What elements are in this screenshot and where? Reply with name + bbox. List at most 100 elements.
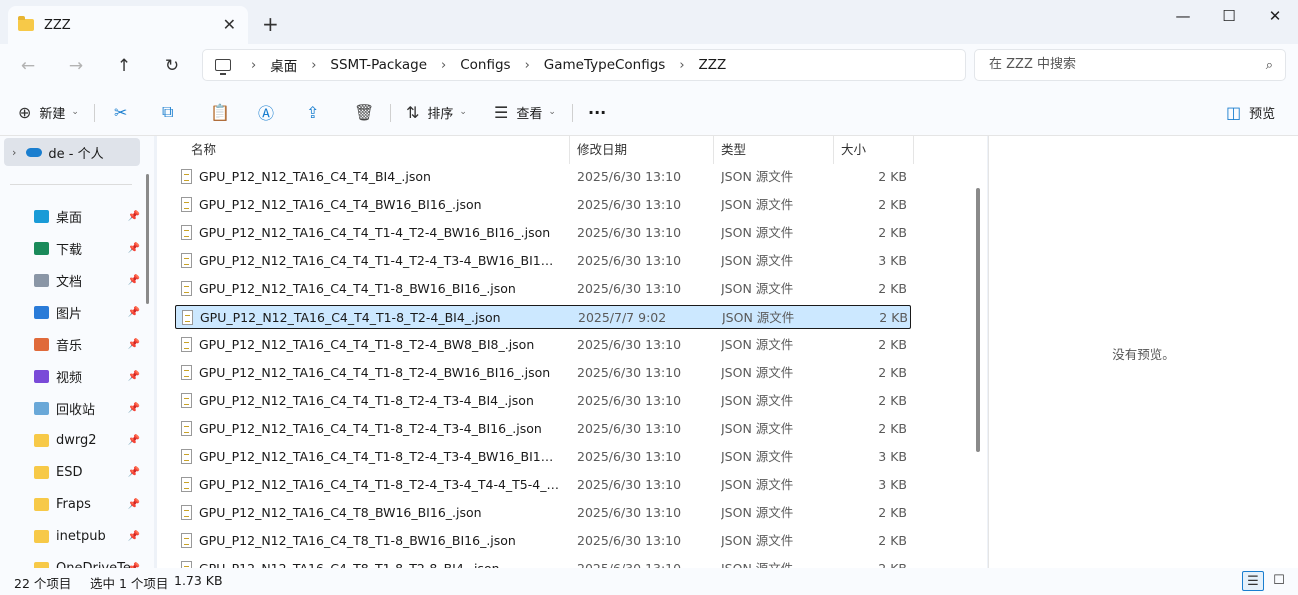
pin-icon[interactable]: 📌	[128, 339, 140, 350]
preview-pane-button[interactable]: ◫ 预览	[1226, 100, 1275, 124]
column-divider[interactable]	[833, 136, 834, 164]
sidebar-item-9[interactable]: Fraps 📌	[34, 492, 144, 516]
maximize-button[interactable]: ☐	[1206, 4, 1252, 28]
table-row[interactable]: GPU_P12_N12_TA16_C4_T4_T1-8_T2-4_BW16_BI…	[175, 361, 911, 385]
table-row[interactable]: GPU_P12_N12_TA16_C4_T8_T1-8_BW16_BI16_.j…	[175, 529, 911, 553]
json-file-icon	[181, 533, 192, 548]
breadcrumb-zzz[interactable]: ZZZ	[699, 57, 727, 73]
table-row[interactable]: GPU_P12_N12_TA16_C4_T4_T1-8_T2-4_BI4_.js…	[175, 305, 911, 329]
sidebar-item-1[interactable]: 下载 📌	[34, 236, 144, 260]
breadcrumb-desktop[interactable]: 桌面	[270, 55, 297, 75]
pin-icon[interactable]: 📌	[128, 435, 140, 446]
delete-button[interactable]: 🗑	[354, 100, 382, 124]
column-header-size[interactable]: 大小	[835, 136, 913, 164]
file-size: 2 KB	[878, 281, 907, 296]
table-row[interactable]: GPU_P12_N12_TA16_C4_T8_T1-8_T2-8_BI4_.js…	[175, 557, 911, 568]
file-type: JSON 源文件	[721, 449, 794, 464]
sidebar-item-onedrive[interactable]: › de - 个人	[4, 138, 140, 166]
table-row[interactable]: GPU_P12_N12_TA16_C4_T4_T1-8_T2-4_T3-4_T4…	[175, 473, 911, 497]
json-file-icon	[181, 393, 192, 408]
table-row[interactable]: GPU_P12_N12_TA16_C4_T4_T1-8_BW16_BI16_.j…	[175, 277, 911, 301]
sidebar-scrollbar[interactable]	[146, 174, 149, 304]
breadcrumb-configs[interactable]: Configs	[460, 57, 510, 73]
sidebar-item-8[interactable]: ESD 📌	[34, 460, 144, 484]
pin-icon[interactable]: 📌	[128, 531, 140, 542]
file-size: 3 KB	[878, 449, 907, 464]
more-button[interactable]: ···	[588, 100, 606, 124]
cut-button[interactable]: ✂	[114, 100, 135, 124]
sort-button[interactable]: ⇅ 排序 ⌄	[406, 100, 467, 124]
search-input[interactable]: 在 ZZZ 中搜索 ⌕	[974, 49, 1286, 81]
sort-label: 排序	[427, 106, 454, 122]
column-header-type[interactable]: 类型	[715, 136, 833, 164]
file-name: GPU_P12_N12_TA16_C4_T4_T1-8_T2-4_BW8_BI8…	[199, 337, 535, 352]
pin-icon[interactable]: 📌	[128, 243, 140, 254]
pin-icon[interactable]: 📌	[128, 403, 140, 414]
forward-button[interactable]: →	[62, 53, 90, 79]
refresh-button[interactable]: ↻	[158, 53, 186, 79]
sidebar-item-0[interactable]: 桌面 📌	[34, 204, 144, 228]
file-list-scrollbar[interactable]	[976, 188, 980, 452]
up-button[interactable]: ↑	[110, 53, 138, 79]
rename-button[interactable]: Ⓐ	[258, 100, 282, 124]
sidebar-item-3[interactable]: 图片 📌	[34, 300, 144, 324]
file-type: JSON 源文件	[721, 225, 794, 240]
tiles-view-button[interactable]: ☐	[1268, 571, 1290, 591]
column-divider[interactable]	[913, 136, 914, 164]
column-divider[interactable]	[713, 136, 714, 164]
minimize-button[interactable]: —	[1160, 4, 1206, 28]
column-header-modified[interactable]: 修改日期	[571, 136, 713, 164]
new-button[interactable]: ⊕ 新建 ⌄	[18, 100, 79, 124]
table-row[interactable]: GPU_P12_N12_TA16_C4_T8_BW16_BI16_.json 20…	[175, 501, 911, 525]
file-modified: 2025/6/30 13:10	[577, 281, 682, 296]
close-button[interactable]: ✕	[1252, 4, 1298, 28]
address-bar[interactable]: › 桌面 › SSMT-Package › Configs › GameType…	[202, 49, 966, 81]
sidebar-item-2[interactable]: 文档 📌	[34, 268, 144, 292]
tab-close-icon[interactable]: ✕	[223, 15, 236, 34]
column-divider[interactable]	[569, 136, 570, 164]
sidebar-item-5[interactable]: 视频 📌	[34, 364, 144, 388]
sidebar-item-11[interactable]: OneDriveTe 📌	[34, 556, 144, 568]
file-type: JSON 源文件	[721, 505, 794, 520]
table-row[interactable]: GPU_P12_N12_TA16_C4_T4_T1-4_T2-4_T3-4_BW…	[175, 249, 911, 273]
table-row[interactable]: GPU_P12_N12_TA16_C4_T4_BI4_.json 2025/6/3…	[175, 165, 911, 189]
table-row[interactable]: GPU_P12_N12_TA16_C4_T4_T1-8_T2-4_T3-4_BI…	[175, 417, 911, 441]
pin-icon[interactable]: 📌	[128, 211, 140, 222]
details-view-button[interactable]: ☰	[1242, 571, 1264, 591]
sidebar-item-label: inetpub	[56, 528, 106, 544]
table-row[interactable]: GPU_P12_N12_TA16_C4_T4_T1-8_T2-4_T3-4_BW…	[175, 445, 911, 469]
view-button[interactable]: ☰ 查看 ⌄	[494, 100, 556, 124]
copy-button[interactable]: ⧉	[162, 100, 181, 124]
pin-icon[interactable]: 📌	[128, 275, 140, 286]
breadcrumb-ssmt-package[interactable]: SSMT-Package	[330, 57, 427, 73]
selected-count: 选中 1 个项目	[90, 576, 169, 591]
breadcrumb-gametypeconfigs[interactable]: GameTypeConfigs	[544, 57, 666, 73]
tab-zzz[interactable]: ZZZ ✕	[8, 6, 248, 44]
table-row[interactable]: GPU_P12_N12_TA16_C4_T4_T1-4_T2-4_BW16_BI…	[175, 221, 911, 245]
sidebar-item-label: 桌面	[56, 210, 83, 226]
sidebar-divider	[10, 184, 132, 185]
pin-icon[interactable]: 📌	[128, 371, 140, 382]
new-tab-button[interactable]: +	[262, 12, 279, 36]
paste-button[interactable]: 📋	[210, 100, 238, 124]
table-row[interactable]: GPU_P12_N12_TA16_C4_T4_T1-8_T2-4_T3-4_BI…	[175, 389, 911, 413]
sidebar-item-7[interactable]: dwrg2 📌	[34, 428, 144, 452]
chevron-right-icon[interactable]: ›	[12, 146, 16, 159]
file-name: GPU_P12_N12_TA16_C4_T4_T1-8_BW16_BI16_.j…	[199, 281, 516, 296]
file-modified: 2025/6/30 13:10	[577, 557, 715, 568]
share-button[interactable]: ⇪	[306, 100, 327, 124]
sidebar-item-10[interactable]: inetpub 📌	[34, 524, 144, 548]
table-row[interactable]: GPU_P12_N12_TA16_C4_T4_BW16_BI16_.json 20…	[175, 193, 911, 217]
pin-icon[interactable]: 📌	[128, 467, 140, 478]
column-header-name[interactable]: 名称	[185, 136, 569, 164]
json-file-icon	[181, 337, 192, 352]
file-modified: 2025/6/30 13:10	[577, 505, 682, 520]
back-button[interactable]: ←	[14, 53, 42, 79]
breadcrumb-separator: ›	[311, 57, 317, 73]
table-row[interactable]: GPU_P12_N12_TA16_C4_T4_T1-8_T2-4_BW8_BI8…	[175, 333, 911, 357]
pin-icon[interactable]: 📌	[128, 307, 140, 318]
tab-title: ZZZ	[44, 17, 71, 33]
sidebar-item-6[interactable]: 回收站 📌	[34, 396, 144, 420]
sidebar-item-4[interactable]: 音乐 📌	[34, 332, 144, 356]
pin-icon[interactable]: 📌	[128, 499, 140, 510]
